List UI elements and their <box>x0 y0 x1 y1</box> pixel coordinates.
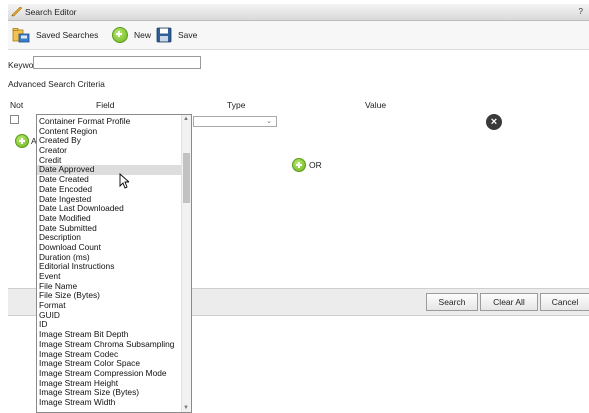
toolbar: Saved Searches New Save <box>8 21 589 50</box>
close-icon: × <box>490 116 498 128</box>
saved-searches-button[interactable]: Saved Searches <box>12 21 98 49</box>
saved-searches-label: Saved Searches <box>36 30 99 40</box>
add-or-button[interactable]: OR <box>292 158 322 172</box>
scrollbar-thumb[interactable] <box>183 153 190 203</box>
window-title: Search Editor <box>25 7 77 17</box>
clear-all-button[interactable]: Clear All <box>480 293 538 311</box>
type-select[interactable]: ⌄ <box>193 116 277 127</box>
pencil-icon <box>11 7 23 17</box>
field-option[interactable]: GUID <box>37 310 181 321</box>
remove-criteria-button[interactable]: × <box>486 114 502 130</box>
field-option[interactable]: Image Stream Width <box>37 397 181 408</box>
add-icon <box>292 158 306 172</box>
chevron-down-icon: ⌄ <box>266 118 272 125</box>
add-icon <box>112 27 128 43</box>
new-button[interactable]: New <box>112 21 151 49</box>
keyword-input[interactable] <box>33 56 201 69</box>
folder-icon <box>12 28 30 43</box>
not-checkbox[interactable] <box>10 115 19 124</box>
column-header-value: Value <box>365 100 387 110</box>
field-dropdown-list[interactable]: Container Format Profile Content Region Cr… <box>36 114 192 413</box>
add-icon <box>15 134 29 148</box>
add-and-button[interactable]: A <box>15 134 37 148</box>
or-label: OR <box>309 160 322 170</box>
save-label: Save <box>178 30 198 40</box>
save-button[interactable]: Save <box>156 21 197 49</box>
mouse-pointer-icon <box>119 173 129 189</box>
scroll-up-icon[interactable]: ▲ <box>183 116 189 122</box>
search-button[interactable]: Search <box>426 293 478 311</box>
column-header-not: Not <box>10 100 24 110</box>
field-options: Container Format Profile Content Region Cr… <box>37 116 181 408</box>
column-header-field: Field <box>96 100 115 110</box>
advanced-search-criteria-label: Advanced Search Criteria <box>8 79 105 89</box>
cancel-button[interactable]: Cancel <box>540 293 589 311</box>
new-label: New <box>134 30 152 40</box>
scroll-down-icon[interactable]: ▼ <box>183 405 189 411</box>
title-bar: Search Editor ? <box>8 4 589 21</box>
help-button[interactable]: ? <box>579 7 583 16</box>
column-header-type: Type <box>227 100 246 110</box>
dropdown-scrollbar[interactable]: ▲ ▼ <box>181 115 191 412</box>
floppy-disk-icon <box>156 27 172 43</box>
